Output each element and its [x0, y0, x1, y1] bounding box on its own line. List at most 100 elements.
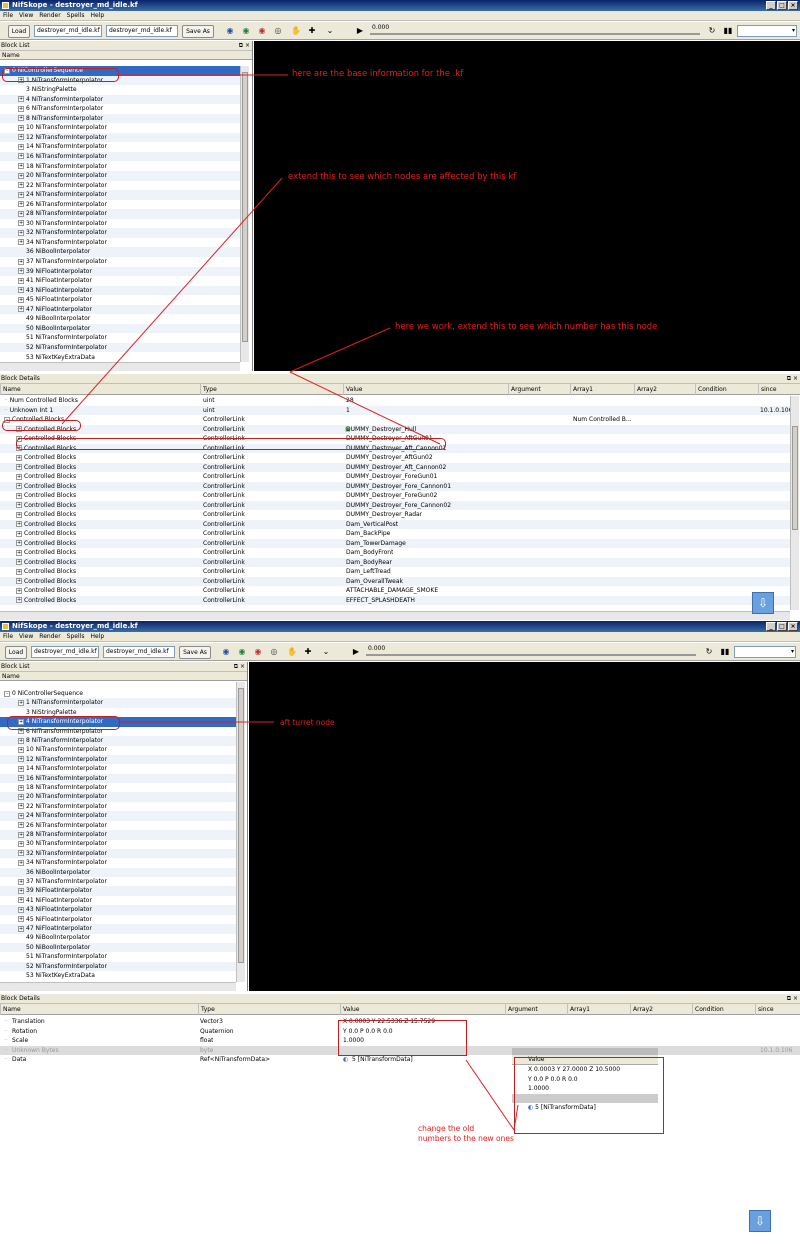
tree-row[interactable]: +12 NiTransformInterpolator — [0, 132, 240, 143]
tree-row[interactable]: +22 NiTransformInterpolator — [0, 802, 236, 812]
tree-row[interactable]: 52 NiTransformInterpolator — [0, 342, 240, 353]
tree-row[interactable]: +22 NiTransformInterpolator — [0, 181, 240, 191]
tree-row[interactable]: 53 NiTextKeyExtraData — [0, 971, 236, 981]
tree-row[interactable]: +18 NiTransformInterpolator — [0, 162, 240, 172]
menu-item-view[interactable]: View — [19, 633, 33, 640]
chevron-down-icon[interactable]: ⌄ — [320, 646, 332, 658]
tree-row[interactable]: +4 NiTransformInterpolator — [0, 94, 240, 105]
tree-row[interactable]: +37 NiTransformInterpolator — [0, 877, 236, 887]
expand-icon[interactable]: + — [18, 134, 24, 141]
minimize-button[interactable]: _ — [766, 1, 776, 10]
animation-select[interactable]: ▾ — [734, 646, 796, 658]
tree-row[interactable]: +18 NiTransformInterpolator — [0, 783, 236, 793]
expand-icon[interactable]: + — [16, 559, 22, 565]
tree-row[interactable]: +26 NiTransformInterpolator — [0, 200, 240, 210]
expand-icon[interactable]: + — [18, 699, 24, 706]
tree-row[interactable]: +37 NiTransformInterpolator — [0, 257, 240, 267]
column-since[interactable]: since — [758, 384, 777, 395]
expand-icon[interactable]: + — [18, 812, 24, 819]
minimize-button[interactable]: _ — [766, 622, 776, 631]
expand-icon[interactable]: + — [18, 803, 24, 810]
view-top-icon[interactable]: ◉ — [256, 25, 268, 37]
tree-row[interactable]: +47 NiFloatInterpolator — [0, 924, 236, 934]
tree-row[interactable]: 36 NiBoolInterpolator — [0, 867, 236, 878]
time-slider[interactable] — [366, 654, 696, 656]
tree-row[interactable]: +41 NiFloatInterpolator — [0, 276, 240, 286]
tree-row[interactable]: +26 NiTransformInterpolator — [0, 821, 236, 831]
tree-row[interactable]: +32 NiTransformInterpolator — [0, 228, 240, 238]
details-row[interactable]: + Controlled Blocks ControllerLink DUMMY_De… — [0, 510, 790, 520]
file-input-1[interactable]: destroyer_md_idle.kf — [31, 646, 99, 658]
expand-icon[interactable]: + — [18, 172, 24, 179]
maximize-button[interactable]: □ — [777, 622, 787, 631]
pause-icon[interactable]: ▮▮ — [722, 25, 734, 37]
details-row[interactable]: + Controlled Blocks ControllerLink Dam_Back… — [0, 529, 790, 539]
name-column[interactable]: Name — [0, 51, 240, 60]
expand-icon[interactable]: + — [16, 502, 22, 508]
details-row[interactable]: ·· Data Ref<NiTransformData> ◐ 5 [NiTransfor… — [0, 1055, 800, 1065]
block-list-hscroll[interactable] — [0, 982, 236, 991]
animation-select[interactable]: ▾ — [737, 25, 797, 37]
view-user-icon[interactable]: ◎ — [268, 646, 280, 658]
expand-icon[interactable]: + — [18, 793, 24, 800]
details-row[interactable]: + Controlled Blocks ControllerLink Dam_Left… — [0, 567, 790, 577]
tree-row[interactable]: +16 NiTransformInterpolator — [0, 151, 240, 162]
block-list-hscroll[interactable] — [0, 362, 240, 371]
tree-row[interactable]: +45 NiFloatInterpolator — [0, 295, 240, 305]
expand-icon[interactable]: + — [18, 897, 24, 904]
load-button[interactable]: Load — [5, 646, 27, 659]
expand-icon[interactable]: + — [18, 182, 24, 189]
view-front-icon[interactable]: ◉ — [220, 646, 232, 658]
expand-icon[interactable]: + — [18, 840, 24, 847]
expand-icon[interactable]: + — [16, 521, 22, 527]
tree-row[interactable]: +10 NiTransformInterpolator — [0, 123, 240, 133]
details-row[interactable]: + Controlled Blocks ControllerLink DUMMY_De… — [0, 500, 790, 510]
tree-row[interactable]: 53 NiTextKeyExtraData — [0, 353, 240, 363]
expand-icon[interactable]: + — [18, 220, 24, 227]
details-row[interactable]: + Controlled Blocks ControllerLink ATTACHAB… — [0, 586, 790, 596]
download-button[interactable]: ⇩ — [749, 1210, 771, 1232]
tree-row[interactable]: +6 NiTransformInterpolator — [0, 104, 240, 114]
tree-row[interactable]: +8 NiTransformInterpolator — [0, 736, 236, 746]
details-row[interactable]: + Controlled Blocks ControllerLink Dam_Body… — [0, 548, 790, 558]
column-value[interactable]: Value — [340, 1004, 359, 1015]
column-name[interactable]: Name — [0, 1004, 21, 1015]
expand-icon[interactable]: + — [18, 163, 24, 169]
tree-row[interactable]: +28 NiTransformInterpolator — [0, 209, 240, 219]
expand-icon[interactable]: + — [18, 822, 24, 829]
expand-icon[interactable]: + — [16, 473, 22, 480]
tree-row[interactable]: +43 NiFloatInterpolator — [0, 285, 240, 296]
details-row[interactable]: + Controlled Blocks ControllerLink EFFECT_S… — [0, 595, 790, 605]
expand-icon[interactable]: + — [18, 925, 24, 932]
details-row[interactable]: + Controlled Blocks ControllerLink DUMMY_De… — [0, 453, 790, 463]
expand-icon[interactable]: + — [18, 737, 24, 744]
file-input-1[interactable]: destroyer_md_idle.kf — [34, 25, 102, 37]
tree-row[interactable]: +8 NiTransformInterpolator — [0, 113, 240, 124]
menu-item-spells[interactable]: Spells — [67, 633, 85, 640]
tree-row[interactable]: +28 NiTransformInterpolator — [0, 830, 236, 840]
download-button[interactable]: ⇩ — [752, 592, 774, 614]
expand-icon[interactable]: + — [16, 578, 22, 584]
tree-row[interactable]: +39 NiFloatInterpolator — [0, 886, 236, 896]
column-argument[interactable]: Argument — [508, 384, 541, 395]
tree-row[interactable]: +14 NiTransformInterpolator — [0, 142, 240, 152]
tree-row[interactable]: +16 NiTransformInterpolator — [0, 773, 236, 784]
expand-icon[interactable]: + — [16, 530, 22, 537]
details-row[interactable]: + Controlled Blocks ControllerLink DUMMY_De… — [0, 462, 790, 472]
expand-icon[interactable]: + — [18, 746, 24, 753]
panel-float-close-icon[interactable]: ⧉ × — [234, 662, 245, 672]
menu-item-help[interactable]: Help — [90, 12, 104, 19]
tree-row[interactable]: 49 NiBoolInterpolator — [0, 933, 236, 943]
expand-icon[interactable]: + — [16, 568, 22, 575]
tree-row[interactable]: +41 NiFloatInterpolator — [0, 896, 236, 906]
details-row[interactable]: + Controlled Blocks ControllerLink Dam_Body… — [0, 557, 790, 567]
column-array2[interactable]: Array2 — [634, 384, 657, 395]
column-condition[interactable]: Condition — [692, 1004, 724, 1015]
view-user-icon[interactable]: ◎ — [272, 25, 284, 37]
tree-row[interactable]: +20 NiTransformInterpolator — [0, 792, 236, 802]
details-row[interactable]: + Controlled Blocks ControllerLink Dam_Towe… — [0, 538, 790, 548]
details-scrollbar[interactable] — [790, 396, 799, 610]
play-icon[interactable]: ▶ — [350, 646, 362, 658]
expand-icon[interactable]: + — [18, 229, 24, 236]
block-list-scrollbar[interactable] — [236, 682, 245, 982]
